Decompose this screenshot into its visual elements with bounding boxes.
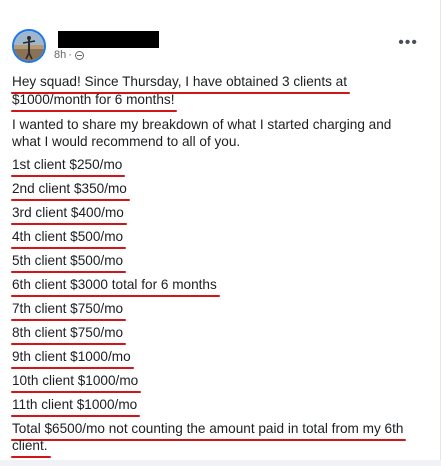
- intro-line-2: $1000/month for 6 months!: [10, 92, 178, 112]
- post-meta: 8h ·: [54, 49, 84, 61]
- list-item: 1st client $250/mo: [10, 157, 126, 177]
- paragraph-line-2: what I would recommend to all of you.: [12, 134, 241, 149]
- more-options-icon[interactable]: •••: [398, 34, 418, 52]
- list-item: 5th client $500/mo: [10, 253, 127, 273]
- list-item: 6th client $3000 total for 6 months: [11, 277, 220, 297]
- list-item: 2nd client $350/mo: [11, 181, 130, 201]
- list-item: 4th client $500/mo: [10, 229, 127, 249]
- list-item: 11th client $1000/mo: [10, 397, 141, 417]
- list-item: 9th client $1000/mo: [11, 349, 134, 369]
- avatar-photo: [14, 31, 44, 61]
- list-item: 3rd client $400/mo: [11, 205, 127, 225]
- list-item: 7th client $750/mo: [10, 301, 127, 321]
- avatar[interactable]: [12, 29, 46, 63]
- list-item: 10th client $1000/mo: [10, 373, 142, 393]
- intro-line-1: Hey squad! Since Thursday, I have obtain…: [10, 74, 351, 94]
- meta-separator: ·: [68, 49, 72, 61]
- post-footer-divider: [0, 460, 441, 466]
- globe-icon: [74, 50, 84, 60]
- list-item: 8th client $750/mo: [10, 325, 127, 345]
- paragraph-line-1: I wanted to share my breakdown of what I…: [12, 117, 392, 132]
- post-card: 8h · ••• Hey squad! Since Thursday, I ha…: [0, 0, 441, 466]
- total-line-2: client.: [11, 438, 50, 458]
- post-time[interactable]: 8h: [54, 49, 66, 61]
- redacted-author-name: [58, 31, 159, 48]
- total-line-1: Total $6500/mo not counting the amount p…: [10, 421, 407, 441]
